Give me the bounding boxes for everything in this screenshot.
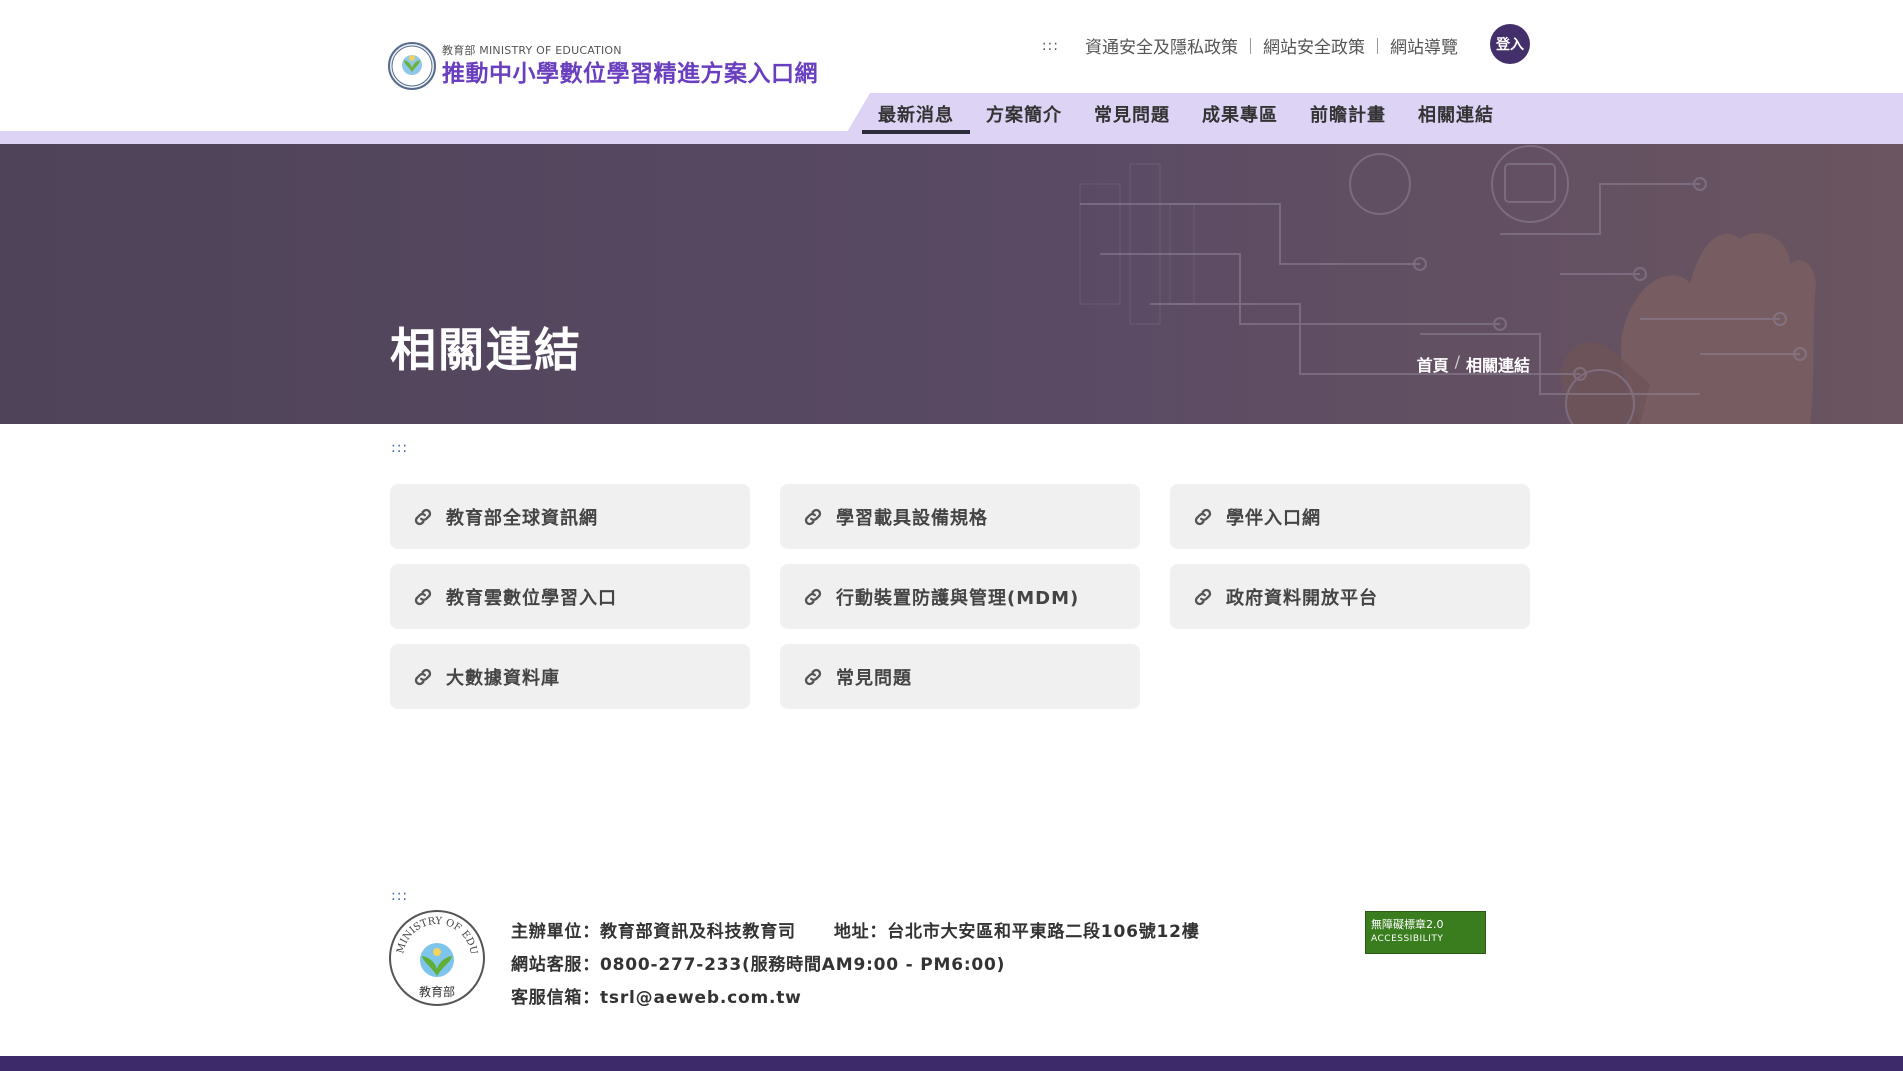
- circuit-hand-illustration: [0, 144, 1903, 424]
- site-header: 教育部 MINISTRY OF EDUCATION 推動中小學數位學習精進方案入…: [0, 0, 1903, 144]
- logo-subtitle: 教育部 MINISTRY OF EDUCATION: [442, 44, 622, 57]
- link-icon: [414, 588, 432, 605]
- link-card-label: 大數據資料庫: [446, 667, 560, 689]
- ministry-seal-icon: MINISTRY OF EDUCATION 教育部: [389, 910, 485, 1006]
- breadcrumb-separator: /: [1454, 352, 1460, 371]
- ministry-emblem-icon: [388, 42, 436, 90]
- privacy-policy-link[interactable]: 資通安全及隱私政策: [1073, 33, 1250, 58]
- main-nav: 最新消息 方案簡介 常見問題 成果專區 前瞻計畫 相關連結: [862, 93, 1510, 144]
- link-icon: [1194, 508, 1212, 525]
- footer-organizer: 主辦單位：教育部資訊及科技教育司: [511, 922, 796, 942]
- site-title: 推動中小學數位學習精進方案入口網: [442, 61, 818, 87]
- link-card-faq[interactable]: 常見問題: [780, 644, 1140, 709]
- link-icon: [804, 668, 822, 685]
- link-card-edu-cloud[interactable]: 教育雲數位學習入口: [390, 564, 750, 629]
- a11y-badge-subtitle: ACCESSIBILITY: [1371, 934, 1444, 944]
- security-policy-link[interactable]: 網站安全政策: [1251, 33, 1377, 58]
- utility-links: ::: 資通安全及隱私政策 網站安全政策 網站導覽: [1042, 33, 1470, 58]
- link-card-tutor-portal[interactable]: 學伴入口網: [1170, 484, 1530, 549]
- link-card-label: 教育雲數位學習入口: [446, 587, 617, 609]
- link-icon: [414, 668, 432, 685]
- nav-item-results[interactable]: 成果專區: [1186, 93, 1294, 144]
- link-card-mdm[interactable]: 行動裝置防護與管理(MDM): [780, 564, 1140, 629]
- login-button[interactable]: 登入: [1490, 24, 1530, 64]
- link-card-label: 政府資料開放平台: [1226, 587, 1378, 609]
- footer-bottom-bar: [0, 1056, 1903, 1071]
- link-card-device-spec[interactable]: 學習載具設備規格: [780, 484, 1140, 549]
- link-card-open-data[interactable]: 政府資料開放平台: [1170, 564, 1530, 629]
- footer-accesskey[interactable]: :::: [391, 888, 408, 904]
- accessibility-badge[interactable]: 無障礙標章2.0 ACCESSIBILITY: [1365, 911, 1486, 954]
- nav-item-forward-plan[interactable]: 前瞻計畫: [1294, 93, 1402, 144]
- link-icon: [804, 508, 822, 525]
- header-accesskey[interactable]: :::: [1042, 38, 1059, 54]
- footer-contact-info: 主辦單位：教育部資訊及科技教育司 地址：台北市大安區和平東路二段106號12樓 網…: [511, 916, 1200, 1015]
- link-icon: [1194, 588, 1212, 605]
- link-card-big-data[interactable]: 大數據資料庫: [390, 644, 750, 709]
- footer-email[interactable]: 客服信箱：tsrl@aeweb.com.tw: [511, 982, 1200, 1015]
- link-card-label: 學伴入口網: [1226, 507, 1321, 529]
- nav-item-news[interactable]: 最新消息: [862, 93, 970, 144]
- breadcrumb-home[interactable]: 首頁: [1417, 352, 1449, 376]
- site-logo[interactable]: 教育部 MINISTRY OF EDUCATION 推動中小學數位學習精進方案入…: [388, 42, 818, 90]
- main-accesskey[interactable]: :::: [391, 440, 408, 456]
- link-card-label: 行動裝置防護與管理(MDM): [836, 587, 1080, 609]
- nav-item-faq[interactable]: 常見問題: [1078, 93, 1186, 144]
- breadcrumb-current: 相關連結: [1465, 356, 1530, 375]
- footer-address: 地址：台北市大安區和平東路二段106號12樓: [833, 922, 1200, 942]
- link-card-moe-portal[interactable]: 教育部全球資訊網: [390, 484, 750, 549]
- breadcrumb: 首頁 / 相關連結: [1417, 352, 1530, 376]
- nav-item-related-links[interactable]: 相關連結: [1402, 93, 1510, 144]
- footer-service: 網站客服：0800-277-233(服務時間AM9:00 - PM6:00): [511, 955, 1006, 975]
- seal-bottom-text: 教育部: [419, 984, 455, 999]
- nav-item-intro[interactable]: 方案簡介: [970, 93, 1078, 144]
- link-icon: [804, 588, 822, 605]
- link-icon: [414, 508, 432, 525]
- page-title: 相關連結: [390, 323, 582, 377]
- sitemap-link[interactable]: 網站導覽: [1378, 33, 1470, 58]
- link-card-label: 常見問題: [836, 667, 912, 689]
- a11y-badge-title: 無障礙標章2.0: [1371, 918, 1444, 931]
- page-banner: 相關連結 首頁 / 相關連結: [0, 144, 1903, 424]
- related-links-grid: 教育部全球資訊網 學習載具設備規格 學伴入口網 教育雲數位學習入口 行動裝置防護…: [390, 484, 1530, 709]
- link-card-label: 學習載具設備規格: [836, 507, 988, 529]
- link-card-label: 教育部全球資訊網: [446, 507, 598, 529]
